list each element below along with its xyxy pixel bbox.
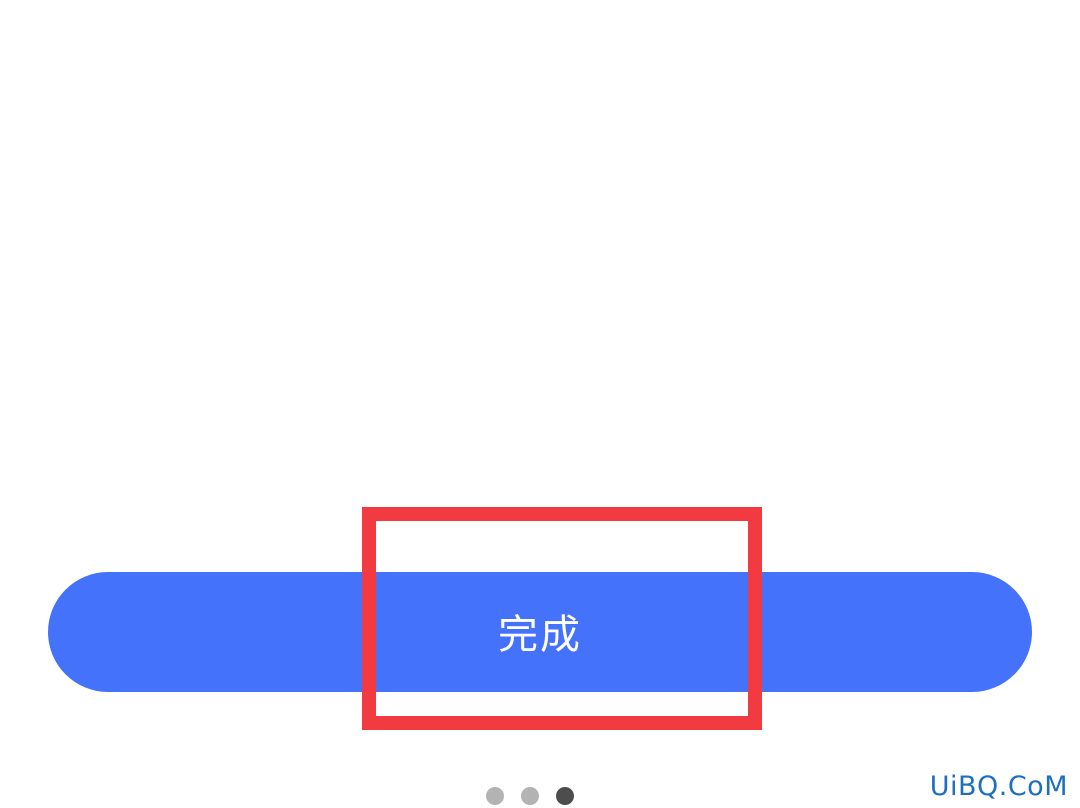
watermark: UiBQ.CoM [929,771,1068,802]
page-dot [521,787,539,805]
page-dot-active [556,787,574,805]
page-indicator [486,787,574,805]
done-button[interactable]: 完成 [48,572,1032,692]
done-button-label: 完成 [498,612,582,658]
page-dot [486,787,504,805]
